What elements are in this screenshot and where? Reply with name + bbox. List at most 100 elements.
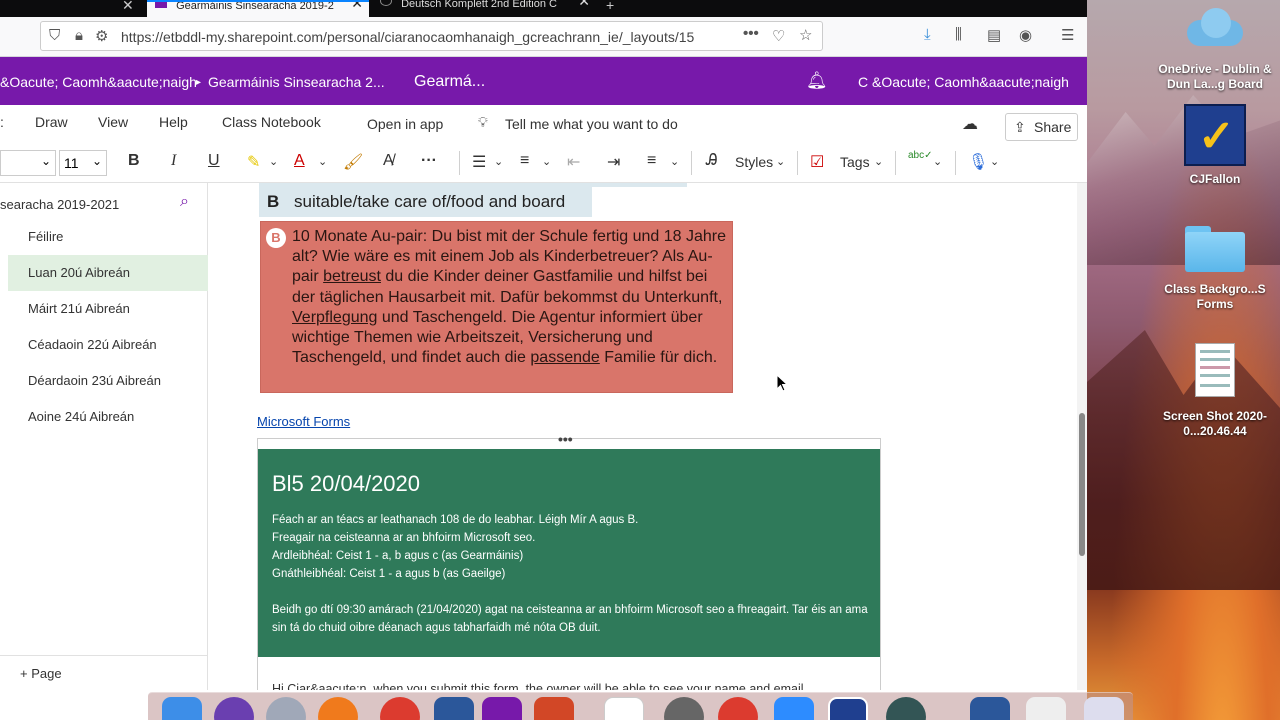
desktop-icon-cjfallon[interactable]: ✓ CJFallon <box>1150 104 1280 187</box>
lock-icon[interactable]: 🔒︎ <box>75 27 83 44</box>
calendar-dock-icon[interactable] <box>604 697 644 720</box>
menu-icon[interactable]: ☰ <box>1061 26 1074 44</box>
format-painter-icon[interactable]: 🖌︎ <box>343 152 363 172</box>
powerpoint-dock-icon[interactable] <box>534 697 574 720</box>
ribbon-tab-fragment[interactable]: : <box>0 114 4 130</box>
tab-draw[interactable]: Draw <box>35 114 68 130</box>
text-excerpt-b[interactable]: B 10 Monate Au-pair: Du bist mit der Sch… <box>260 221 733 393</box>
finder-dock-icon[interactable] <box>162 697 202 720</box>
quicktime-dock-icon[interactable] <box>886 697 926 720</box>
italic-button[interactable]: I <box>171 152 176 170</box>
url-text[interactable]: https://etbddl-my.sharepoint.com/persona… <box>121 29 711 45</box>
desktop-icon-class-background[interactable]: Class Backgro...S Forms <box>1150 226 1280 312</box>
page-item-luan[interactable]: Luan 20ú Aibreán <box>8 255 208 291</box>
open-in-app-button[interactable]: Open in app <box>367 116 443 132</box>
scrollbar[interactable] <box>1077 183 1087 690</box>
embedded-form[interactable]: ••• Bl5 20/04/2020 Féach ar an téacs ar … <box>257 431 881 690</box>
chevron-down-icon[interactable]: ⌄ <box>874 155 883 168</box>
font-color-icon[interactable]: A <box>294 152 305 170</box>
align-icon[interactable]: ≡ <box>647 152 656 170</box>
page-item-mairt[interactable]: Máirt 21ú Aibreán <box>8 291 208 327</box>
tags-dropdown[interactable]: Tags <box>840 154 870 170</box>
page-item-deardaoin[interactable]: Déardaoin 23ú Aibreán <box>8 363 208 399</box>
page-item-aoine[interactable]: Aoine 24ú Aibreán <box>8 399 208 435</box>
cjfallon-dock-icon[interactable] <box>828 697 868 720</box>
screenshot-dock-icon[interactable] <box>1026 697 1066 720</box>
library-icon[interactable]: ⫼ <box>955 26 962 43</box>
clear-formatting-icon[interactable]: A̸ <box>383 152 394 170</box>
chevron-down-icon[interactable]: ⌄ <box>494 155 503 168</box>
close-tab-icon[interactable]: ✕ <box>122 0 134 14</box>
desktop-icon-onedrive[interactable]: OneDrive - Dublin & Dun La...g Board <box>1150 4 1280 92</box>
spelling-icon[interactable]: abc✓ <box>908 150 933 161</box>
close-tab-icon[interactable]: ✕ <box>578 0 590 8</box>
desktop-icon-screenshot[interactable]: Screen Shot 2020-0...20.46.44 <box>1150 343 1280 439</box>
launchpad-dock-icon[interactable] <box>266 697 306 720</box>
highlight-icon[interactable]: ✎ <box>247 152 260 172</box>
page-item-feilire[interactable]: Féilire <box>8 219 208 255</box>
tell-me-search[interactable]: Tell me what you want to do <box>505 116 678 132</box>
chrome-dock-icon-2[interactable] <box>718 697 758 720</box>
tab-class-notebook[interactable]: Class Notebook <box>222 114 321 130</box>
new-tab-icon[interactable]: + <box>606 0 614 13</box>
bookmark-star-icon[interactable]: ☆ <box>799 26 812 44</box>
page-item-ceadaoin[interactable]: Céadaoin 22ú Aibreán <box>8 327 208 363</box>
numbering-icon[interactable]: ≡ <box>520 152 529 170</box>
vocab-line[interactable]: B suitable/take care of/food and board <box>259 187 592 217</box>
add-page-button[interactable]: + Page <box>20 666 62 681</box>
system-preferences-dock-icon[interactable] <box>664 697 704 720</box>
sidebar-icon[interactable]: ▤ <box>987 26 1001 44</box>
outdent-icon[interactable]: ⇤ <box>567 152 580 172</box>
pocket-icon[interactable]: ♡ <box>772 27 785 45</box>
page-canvas[interactable]: B suitable/take care of/food and board B… <box>209 183 1087 690</box>
chevron-down-icon[interactable]: ⌄ <box>269 155 278 168</box>
tab-gearmainis[interactable]: Gearmáinis Sinsearacha 2019-2 ✕ <box>147 0 369 17</box>
firefox-dock-icon[interactable] <box>318 697 358 720</box>
account-name[interactable]: C &Oacute; Caomh&aacute;naigh <box>858 74 1069 90</box>
tab-view[interactable]: View <box>98 114 128 130</box>
siri-dock-icon[interactable] <box>214 697 254 720</box>
font-name-dropdown[interactable]: ⌄ <box>0 150 56 176</box>
search-icon[interactable]: ⌕ <box>180 193 189 211</box>
download-icon[interactable]: ⤓ <box>924 26 931 43</box>
breadcrumb-user[interactable]: &Oacute; Caomh&aacute;naigh <box>0 74 197 90</box>
form-deadline: Beidh go dtí 09:30 amárach (21/04/2020) … <box>272 604 868 634</box>
underline-button[interactable]: U <box>208 152 220 170</box>
breadcrumb-notebook[interactable]: Gearmáinis Sinsearacha 2... <box>208 74 385 90</box>
scrollbar-thumb[interactable] <box>1079 413 1085 556</box>
chevron-down-icon[interactable]: ⌄ <box>990 155 999 168</box>
dictate-microphone-icon[interactable]: 🎙︎ <box>968 152 988 172</box>
bullets-icon[interactable]: ☰ <box>472 152 486 172</box>
chevron-down-icon[interactable]: ⌄ <box>933 155 942 168</box>
document-dock-icon[interactable] <box>970 697 1010 720</box>
url-bar[interactable]: ⛉ 🔒︎ ⚙ https://etbddl-my.sharepoint.com/… <box>40 21 823 51</box>
bold-button[interactable]: B <box>128 152 140 170</box>
share-button[interactable]: ⇪ Share <box>1005 113 1078 141</box>
styles-dropdown[interactable]: Styles <box>735 154 773 170</box>
section-title[interactable]: Gearmá... <box>414 73 485 91</box>
permissions-icon[interactable]: ⚙ <box>95 27 108 45</box>
word-dock-icon[interactable] <box>434 697 474 720</box>
font-size-dropdown[interactable]: 11 ⌄ <box>59 150 107 176</box>
drag-handle-icon[interactable]: ••• <box>558 431 573 447</box>
more-icon[interactable]: ··· <box>421 152 437 170</box>
microsoft-forms-link[interactable]: Microsoft Forms <box>257 414 350 429</box>
close-tab-icon[interactable]: ✕ <box>351 2 363 10</box>
account-icon[interactable]: ◉ <box>1019 26 1032 44</box>
chrome-dock-icon[interactable] <box>380 697 420 720</box>
onenote-dock-icon[interactable] <box>482 697 522 720</box>
chevron-down-icon[interactable]: ⌄ <box>542 155 551 168</box>
indent-icon[interactable]: ⇥ <box>607 152 620 172</box>
page-actions-icon[interactable]: ••• <box>743 25 759 42</box>
tab-help[interactable]: Help <box>159 114 188 130</box>
shield-icon[interactable]: ⛉ <box>49 27 60 44</box>
section-name[interactable]: searacha 2019-2021 <box>0 197 119 212</box>
chevron-down-icon[interactable]: ⌄ <box>670 155 679 168</box>
chevron-down-icon[interactable]: ⌄ <box>776 155 785 168</box>
bell-icon[interactable]: 🔔︎ <box>806 71 828 91</box>
trash-dock-icon[interactable] <box>1084 697 1124 720</box>
zoom-dock-icon[interactable] <box>774 697 814 720</box>
chevron-down-icon[interactable]: ⌄ <box>318 155 327 168</box>
sync-status-icon[interactable]: ☁ <box>962 114 978 134</box>
tab-deutsch-komplett[interactable]: Deutsch Komplett 2nd Edition C ✕ <box>372 0 596 17</box>
